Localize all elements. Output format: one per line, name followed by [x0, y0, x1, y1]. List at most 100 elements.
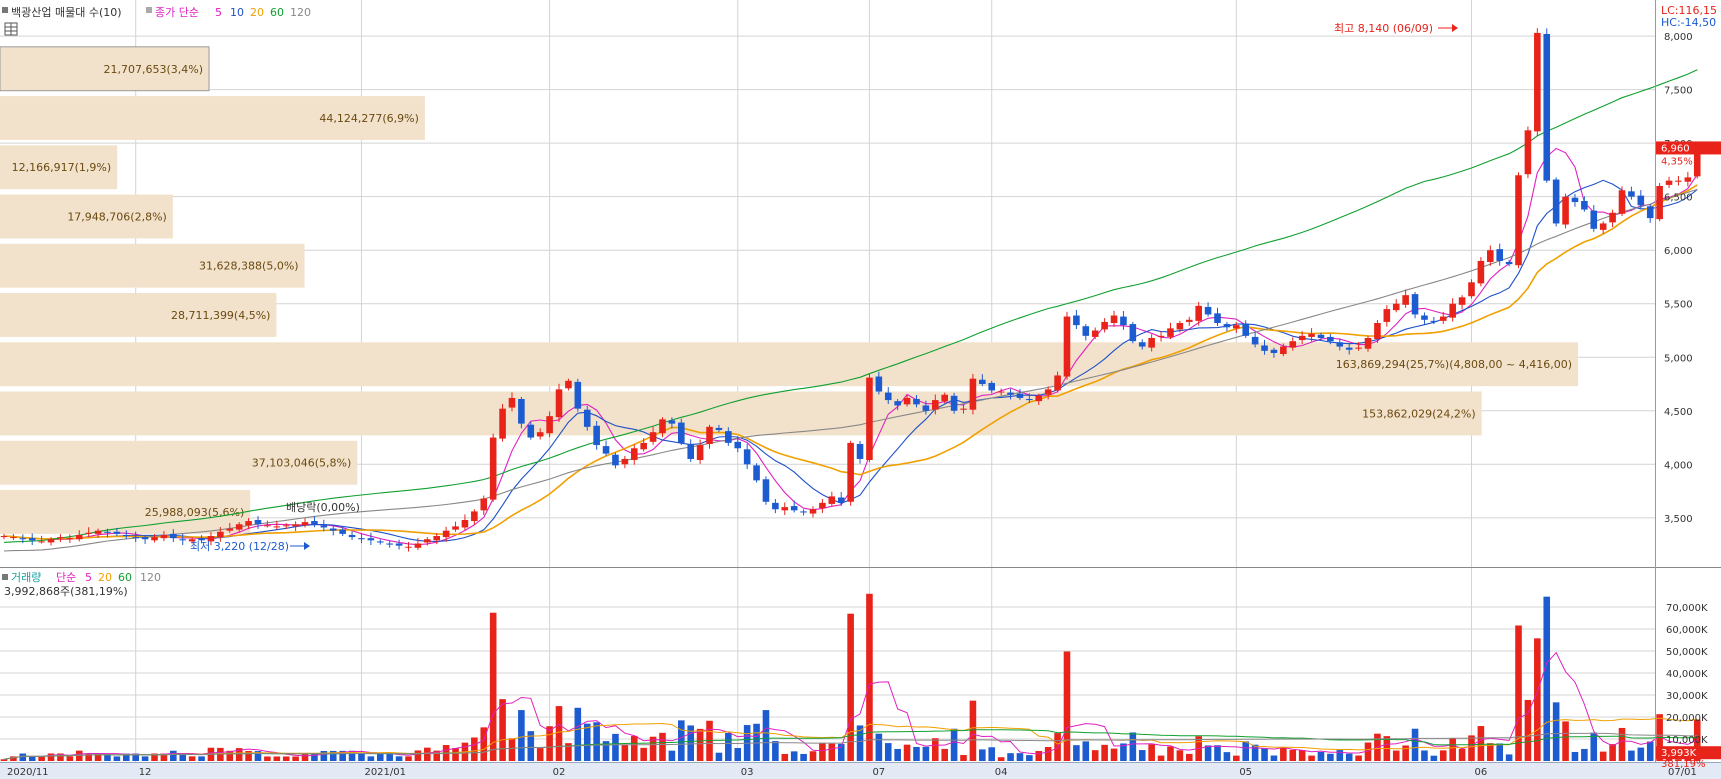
volume-bar [1007, 753, 1014, 761]
price-tick-label: 4,500 [1664, 407, 1693, 418]
candle-body [988, 382, 996, 391]
candle-body [593, 425, 600, 446]
volume-bar [282, 756, 290, 761]
candle-body [1110, 315, 1118, 324]
candle-body [1646, 206, 1654, 219]
low-annotation: 최저 3,220 (12/28) [190, 540, 289, 553]
time-tick-label: 12 [139, 767, 152, 778]
legend-toggle-icon[interactable] [2, 7, 8, 13]
candle-body [630, 448, 638, 461]
volume-bar [969, 700, 977, 761]
candle-body [781, 507, 789, 511]
candle-body [471, 511, 478, 522]
volume-bar [894, 748, 901, 761]
volume-bar [292, 756, 299, 761]
candle-body [1543, 33, 1551, 181]
candle-body [602, 446, 610, 454]
volume-bar [414, 750, 422, 761]
volume-bar [696, 728, 704, 761]
time-tick-label: 2020/11 [7, 767, 49, 778]
candle-body [583, 409, 591, 427]
candle-body [997, 391, 1005, 393]
candle-body [1317, 334, 1325, 338]
volume-bar [1185, 753, 1193, 761]
volume-bar [1430, 755, 1438, 761]
volume-bar [301, 753, 309, 761]
candle-body [414, 543, 422, 548]
candle-body [1534, 32, 1541, 132]
candle-body [753, 465, 760, 481]
candle-body [809, 509, 817, 514]
price-level-bar [0, 391, 1482, 436]
candle-body [122, 534, 130, 537]
volume-ma-label: 단순 [56, 571, 76, 584]
volume-bar [1609, 744, 1616, 761]
candle-body [57, 537, 64, 539]
volume-tick-label: 50,000K [1666, 647, 1708, 658]
volume-bar [875, 733, 883, 761]
candle-body [837, 497, 845, 503]
candle-body [1251, 336, 1259, 345]
volume-bar [1157, 755, 1165, 761]
candle-body [819, 502, 826, 509]
candle-body [1421, 315, 1428, 320]
candle-body [856, 443, 864, 459]
candle-body [489, 437, 497, 500]
volume-bar [1534, 638, 1541, 761]
volume-bar [1308, 755, 1315, 761]
volume-bar [1280, 747, 1287, 761]
volume-bar [1214, 745, 1221, 761]
volume-bar [376, 753, 384, 761]
candle-body [668, 420, 676, 424]
high-annotation: 최고 8,140 (06/09) [1334, 22, 1433, 35]
volume-bar [762, 710, 770, 761]
volume-bar [518, 710, 525, 761]
volume-bar [1468, 735, 1475, 761]
volume-bar [273, 756, 281, 761]
candle-body [969, 378, 977, 410]
price-tick-label: 4,000 [1664, 460, 1693, 471]
time-tick-label: 06 [1474, 767, 1487, 778]
candle-body [1120, 316, 1127, 326]
volume-bar [1082, 741, 1090, 761]
volume-legend-icon[interactable] [2, 574, 8, 580]
volume-axis: 10,000K 20,000K 30,000K 40,000K 50,000K 60,00… [1666, 603, 1708, 746]
candle-body [311, 521, 318, 525]
candle-body [1308, 333, 1315, 337]
candle-body [621, 458, 629, 465]
candle-body [1242, 324, 1250, 336]
volume-tick-label: 60,000K [1666, 625, 1708, 636]
volume-bar [1618, 727, 1626, 761]
candle-body [358, 538, 365, 540]
hc-value: HC:-14,50 [1661, 16, 1716, 29]
volume-bar [1270, 755, 1278, 761]
stock-chart[interactable]: 21,707,653(3,4%) 44,124,277(6,9%) 12,166,9… [0, 0, 1721, 779]
candle-body [1665, 180, 1673, 185]
volume-bar [38, 756, 45, 761]
candle-body [1618, 190, 1626, 214]
candle-body [254, 519, 262, 525]
volume-bar [781, 753, 789, 761]
volume-bar [1411, 728, 1419, 761]
candle-body [282, 525, 290, 527]
candle-body [1298, 335, 1306, 341]
candle-body [913, 399, 920, 405]
volume-bar [1148, 744, 1155, 761]
volume-bar [1317, 751, 1325, 761]
candle-body [1524, 130, 1532, 175]
candle-body [395, 543, 403, 546]
price-tick-label: 6,000 [1664, 246, 1693, 257]
candle-body [1458, 297, 1466, 305]
volume-bar [903, 744, 911, 761]
candle-body [1073, 315, 1080, 326]
candle-body [151, 537, 158, 541]
candle-body [320, 525, 328, 528]
volume-bar [1487, 743, 1494, 761]
volume-bar [264, 756, 271, 761]
volume-bar [734, 747, 742, 761]
volume-panel [0, 569, 1655, 762]
ma-legend-icon[interactable] [146, 7, 152, 13]
candle-body [10, 537, 17, 539]
volume-bar [1477, 726, 1485, 761]
volume-bar [1458, 748, 1466, 761]
